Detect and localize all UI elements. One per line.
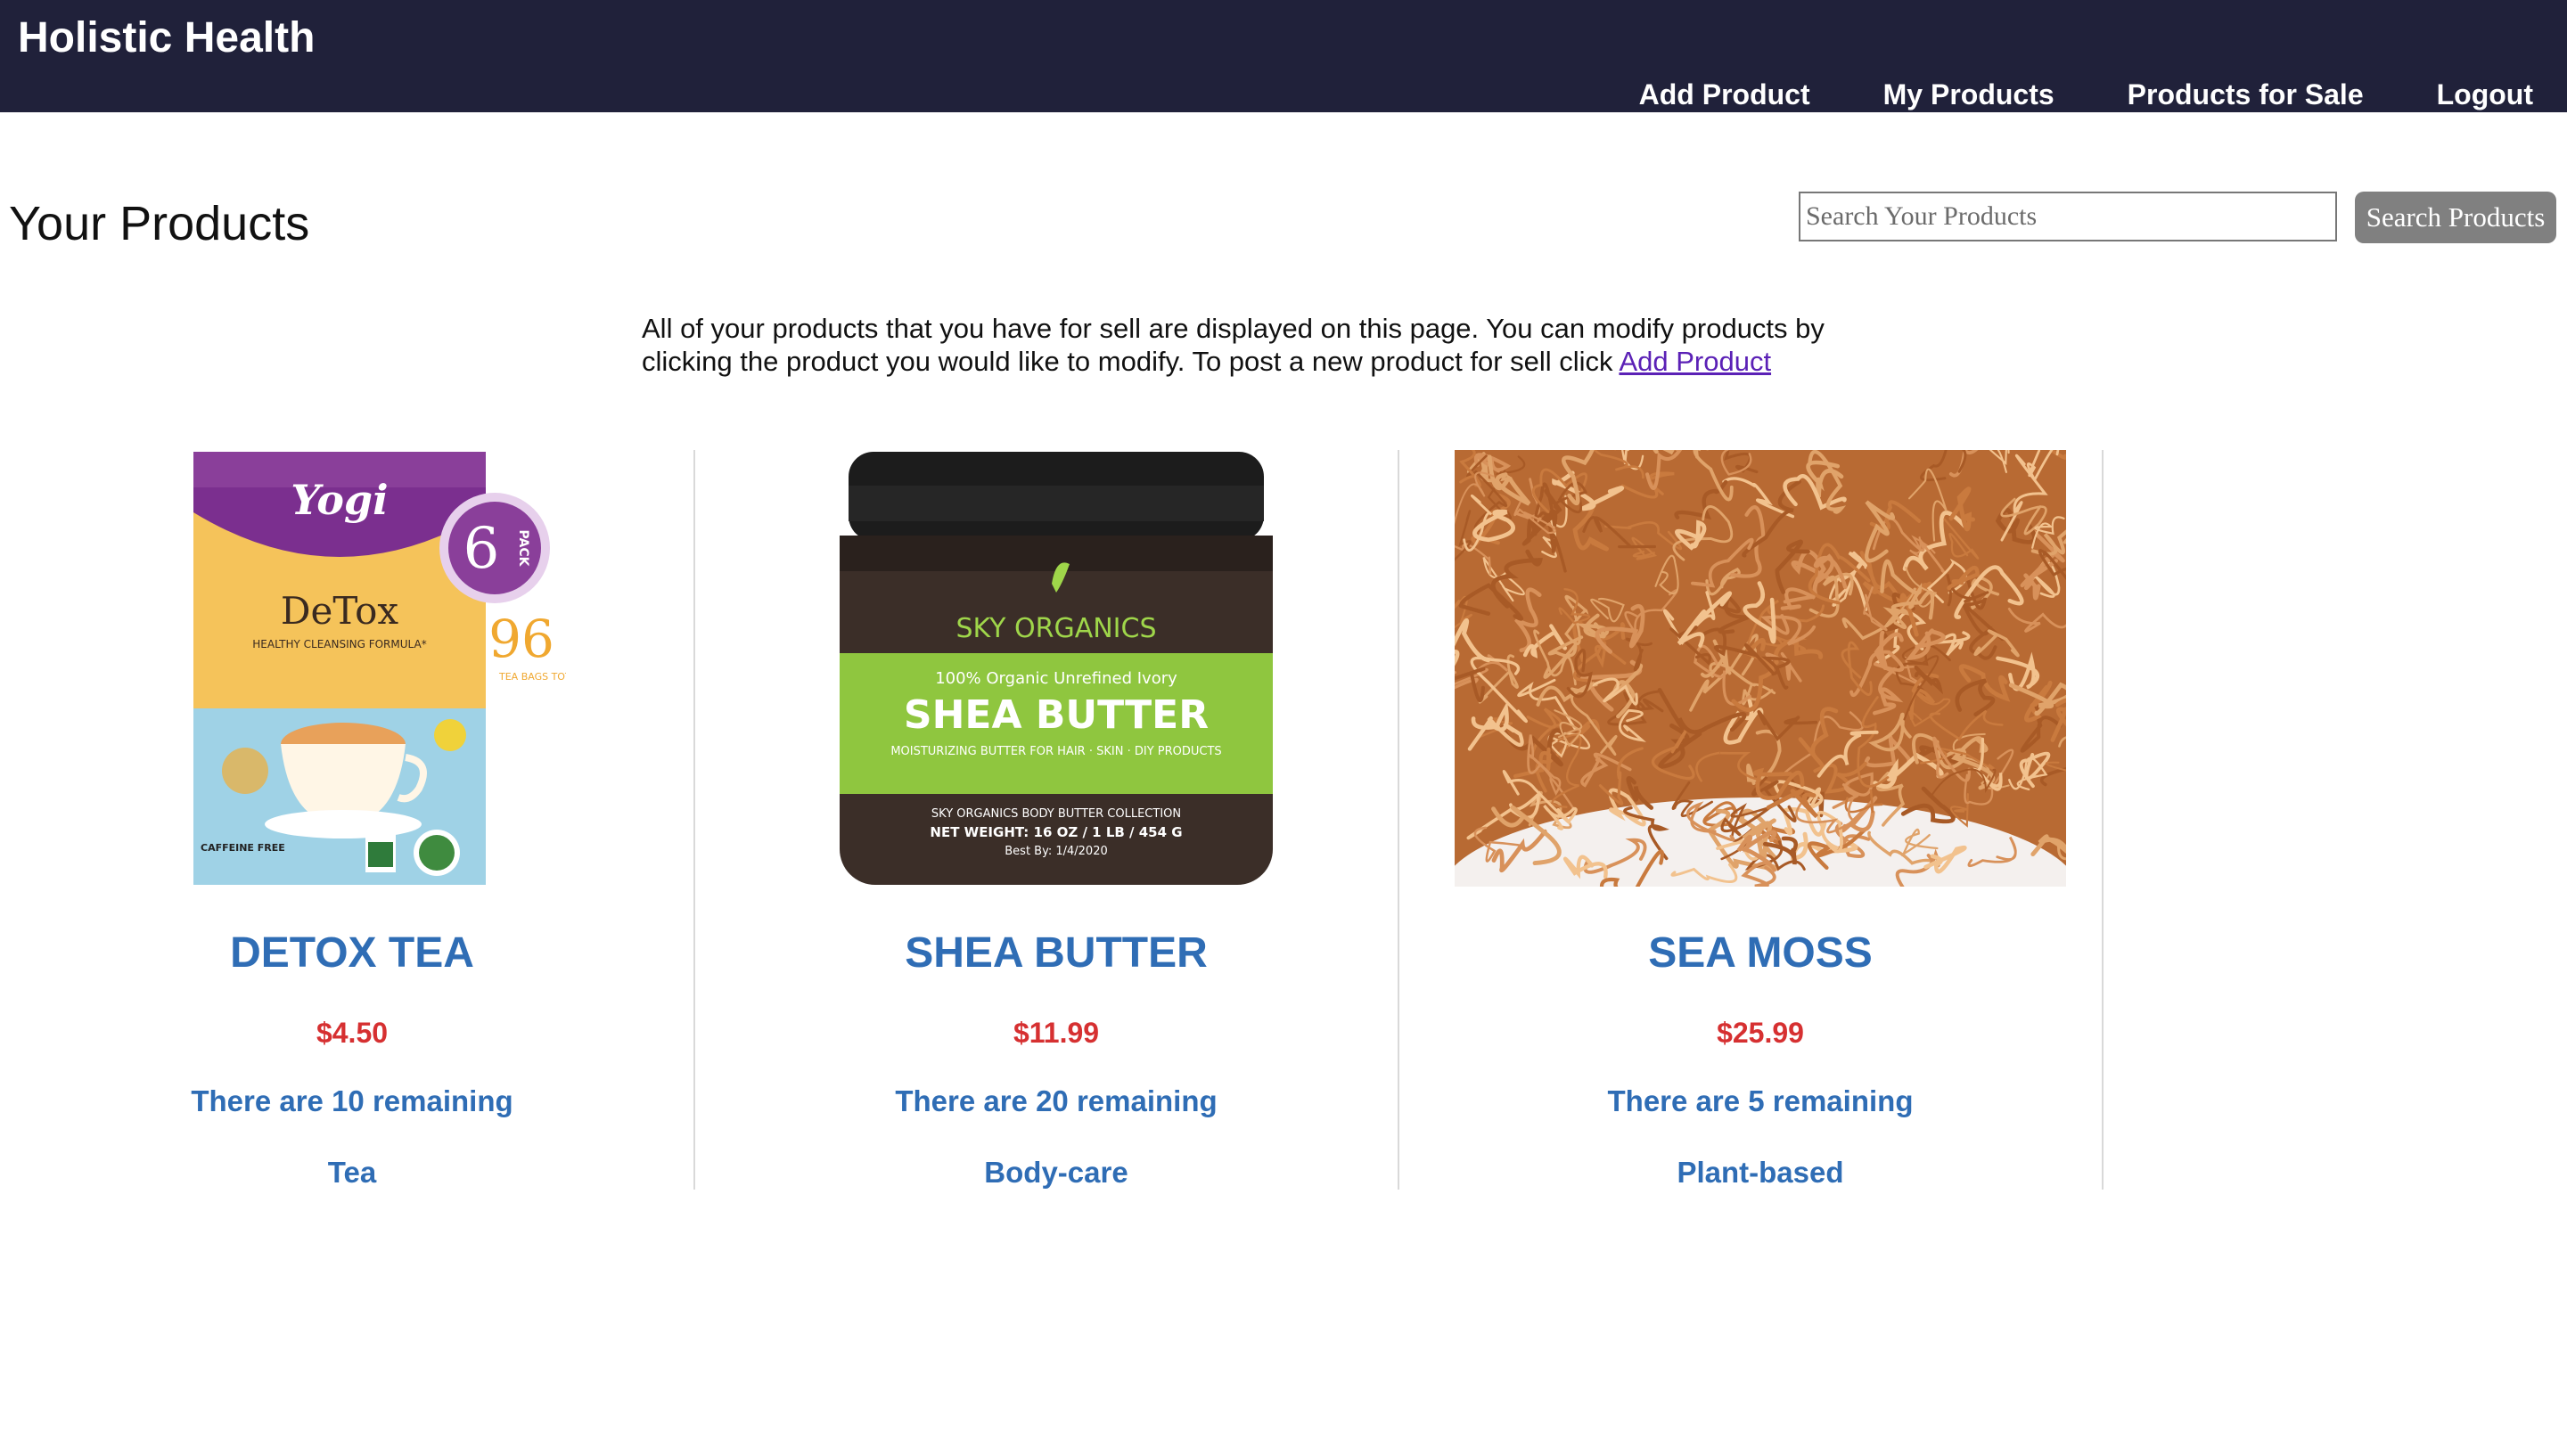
product-stock: There are 5 remaining [1607,1084,1914,1117]
nav-products-for-sale[interactable]: Products for Sale [2128,77,2364,112]
image-footer: CAFFEINE FREE [201,842,285,854]
product-name[interactable]: SEA MOSS [1408,928,2112,979]
search-products-button[interactable]: Search Products [2355,192,2556,243]
product-price: $4.50 [316,1017,389,1049]
product-stock: There are 10 remaining [191,1084,513,1117]
image-line3: SKY ORGANICS BODY BUTTER COLLECTION [931,807,1181,821]
image-brand-label: Yogi [291,476,388,524]
nav-add-product[interactable]: Add Product [1639,77,1810,112]
image-count: 96 [488,609,554,669]
nav-my-products[interactable]: My Products [1883,77,2054,112]
product-stock: There are 20 remaining [895,1084,1218,1117]
card-divider [693,450,695,1190]
card-divider [2102,450,2104,1190]
product-name[interactable]: SHEA BUTTER [704,928,1408,979]
product-card[interactable]: SEA MOSS $25.99 There are 5 remaining Pl… [1408,450,2112,1190]
product-image-sea-moss[interactable] [1455,450,2066,887]
main-nav: Add Product My Products Products for Sal… [1639,77,2533,112]
product-category: Tea [327,1156,377,1189]
page-title: Your Products [9,197,310,250]
card-divider [1398,450,1399,1190]
nav-logout[interactable]: Logout [2437,77,2533,112]
product-name[interactable]: DETOX TEA [0,928,704,979]
top-navbar: Holistic Health Add Product My Products … [0,0,2567,112]
image-line2: MOISTURIZING BUTTER FOR HAIR · SKIN · DI… [890,745,1221,758]
image-line1: 100% Organic Unrefined Ivory [935,669,1177,688]
product-image-detox-tea[interactable]: Yogi DeTox HEALTHY CLEANSING FORMULA* CA… [192,450,566,887]
product-card[interactable]: Yogi DeTox HEALTHY CLEANSING FORMULA* CA… [0,450,704,1190]
product-card[interactable]: SKY ORGANICS 100% Organic Unrefined Ivor… [704,450,1408,1190]
intro-text: All of your products that you have for s… [642,312,1907,378]
image-brand-label: SKY ORGANICS [955,613,1156,644]
image-pack-label: PACK [516,530,530,568]
image-title: SHEA BUTTER [904,692,1209,738]
image-line4: NET WEIGHT: 16 OZ / 1 LB / 454 G [930,824,1182,840]
product-category: Body-care [984,1156,1128,1189]
product-grid: Yogi DeTox HEALTHY CLEANSING FORMULA* CA… [0,450,2567,1190]
product-image-shea-butter[interactable]: SKY ORGANICS 100% Organic Unrefined Ivor… [840,450,1273,887]
intro-add-product-link[interactable]: Add Product [1619,346,1771,377]
image-tagline: HEALTHY CLEANSING FORMULA* [252,638,426,650]
search-input[interactable] [1799,192,2337,241]
product-price: $25.99 [1717,1017,1804,1049]
image-pack-number: 6 [463,516,500,582]
product-category: Plant-based [1677,1156,1844,1189]
image-count-label: TEA BAGS TOTAL [498,671,566,683]
product-price: $11.99 [1013,1017,1100,1049]
image-product-label: DeTox [281,589,399,633]
brand-title[interactable]: Holistic Health [18,12,315,64]
image-line5: Best By: 1/4/2020 [1005,845,1107,858]
